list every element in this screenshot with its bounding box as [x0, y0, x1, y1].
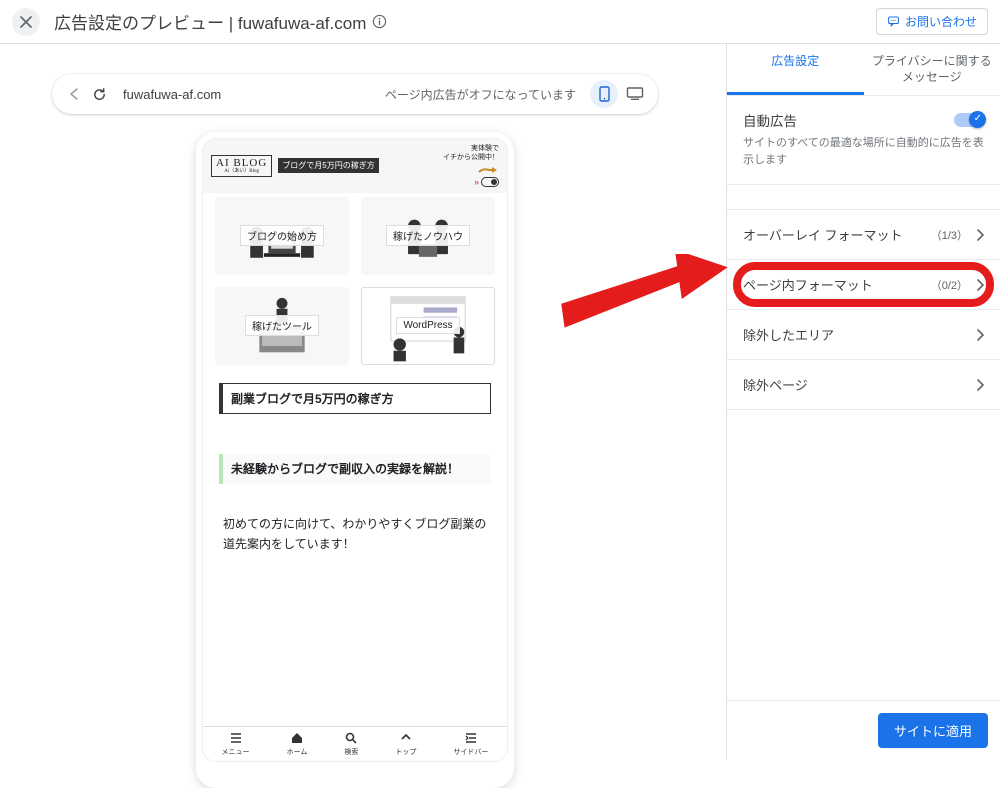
- cat-4: WordPress: [396, 317, 459, 334]
- row-label: ページ内フォーマット: [743, 275, 873, 294]
- row-meta: （0/2）: [931, 277, 968, 293]
- speech-icon: [887, 15, 900, 28]
- preview-area: fuwafuwa-af.com ページ内広告がオフになっています AI BLOG…: [0, 44, 726, 760]
- blog-logo-sub: Ai（あい）Blog: [216, 169, 267, 174]
- back-icon[interactable]: [66, 87, 82, 101]
- info-icon[interactable]: [372, 14, 387, 29]
- sidebar-icon: [464, 731, 478, 745]
- phone-icon: [599, 86, 610, 102]
- desktop-icon: [626, 87, 644, 101]
- blog-logo: AI BLOG Ai（あい）Blog: [211, 155, 272, 177]
- auto-ads-desc: サイトのすべての最適な場所に自動的に広告を表示します: [743, 135, 984, 168]
- toggle-icon: [481, 177, 499, 187]
- row-label: 除外したエリア: [743, 325, 834, 344]
- blog-h2: 未経験からブログで副収入の実録を解説！: [219, 454, 491, 484]
- row-overlay-format[interactable]: オーバーレイ フォーマット （1/3）: [727, 209, 1000, 260]
- cat-2: 稼げたノウハウ: [386, 225, 470, 246]
- hand-icon: [477, 164, 499, 176]
- status-text: ページ内広告がオフになっています: [385, 86, 576, 103]
- row-inpage-format[interactable]: ページ内フォーマット （0/2）: [727, 260, 1000, 310]
- nav-menu[interactable]: メニュー: [222, 747, 250, 757]
- tab-privacy[interactable]: プライバシーに関するメッセージ: [864, 44, 1000, 95]
- search-icon: [344, 731, 358, 745]
- chevron-right-icon: [976, 329, 984, 341]
- auto-ads-toggle[interactable]: ✓: [954, 113, 984, 127]
- settings-panel: 広告設定 プライバシーに関するメッセージ 自動広告 ✓ サイトのすべての最適な場…: [726, 44, 1000, 760]
- blog-h1: 副業ブログで月5万円の稼ぎ方: [219, 383, 491, 414]
- settings-list: オーバーレイ フォーマット （1/3） ページ内フォーマット （0/2） 除外し…: [727, 209, 1000, 410]
- blog-tagline: ブログで月5万円の稼ぎ方: [278, 158, 378, 173]
- row-meta: （1/3）: [931, 227, 968, 243]
- menu-icon: [229, 731, 243, 745]
- top-icon: [399, 731, 413, 745]
- desktop-toggle[interactable]: [626, 87, 644, 101]
- blog-header: AI BLOG Ai（あい）Blog ブログで月5万円の稼ぎ方 実体験で イチか…: [203, 139, 507, 193]
- auto-ads-title: 自動広告: [743, 110, 797, 130]
- contact-label: お問い合わせ: [905, 13, 977, 30]
- page-title: 広告設定のプレビュー | fuwafuwa-af.com: [54, 9, 366, 34]
- mobile-toggle[interactable]: [590, 80, 618, 108]
- apply-button[interactable]: サイトに適用: [878, 713, 988, 748]
- cat-3: 稼げたツール: [245, 315, 319, 336]
- chevron-right-icon: [976, 279, 984, 291]
- blog-side2: イチから公開中！: [443, 154, 499, 162]
- row-label: オーバーレイ フォーマット: [743, 225, 902, 244]
- chevron-right-icon: [976, 229, 984, 241]
- domain-text: fuwafuwa-af.com: [123, 87, 385, 102]
- cat-1: ブログの始め方: [240, 225, 324, 246]
- row-excluded-pages[interactable]: 除外ページ: [727, 360, 1000, 410]
- tab-ad-settings[interactable]: 広告設定: [727, 44, 864, 95]
- row-label: 除外ページ: [743, 375, 808, 394]
- nav-sidebar[interactable]: サイドバー: [453, 747, 488, 757]
- phone-nav: メニュー ホーム 検索 トップ サイドバー: [203, 726, 507, 761]
- phone-preview: AI BLOG Ai（あい）Blog ブログで月5万円の稼ぎ方 実体験で イチか…: [196, 132, 514, 788]
- nav-top[interactable]: トップ: [395, 747, 416, 757]
- auto-ads-section: 自動広告 ✓ サイトのすべての最適な場所に自動的に広告を表示します: [727, 96, 1000, 185]
- annotation-arrow-icon: [560, 254, 730, 344]
- nav-home[interactable]: ホーム: [287, 747, 308, 757]
- blog-logo-main: AI BLOG: [216, 158, 267, 169]
- row-excluded-areas[interactable]: 除外したエリア: [727, 310, 1000, 360]
- home-icon: [290, 731, 304, 745]
- nav-search[interactable]: 検索: [344, 747, 358, 757]
- blog-side1: 実体験で: [471, 145, 499, 153]
- url-bar: fuwafuwa-af.com ページ内広告がオフになっています: [52, 74, 658, 114]
- close-icon: [20, 16, 32, 28]
- chevron-right-icon: [976, 379, 984, 391]
- contact-button[interactable]: お問い合わせ: [876, 8, 988, 35]
- reload-icon[interactable]: [92, 87, 107, 102]
- close-button[interactable]: [12, 8, 40, 36]
- blog-body-text: 初めての方に向けて、わかりやすくブログ副業の道先案内をしています！: [223, 514, 487, 555]
